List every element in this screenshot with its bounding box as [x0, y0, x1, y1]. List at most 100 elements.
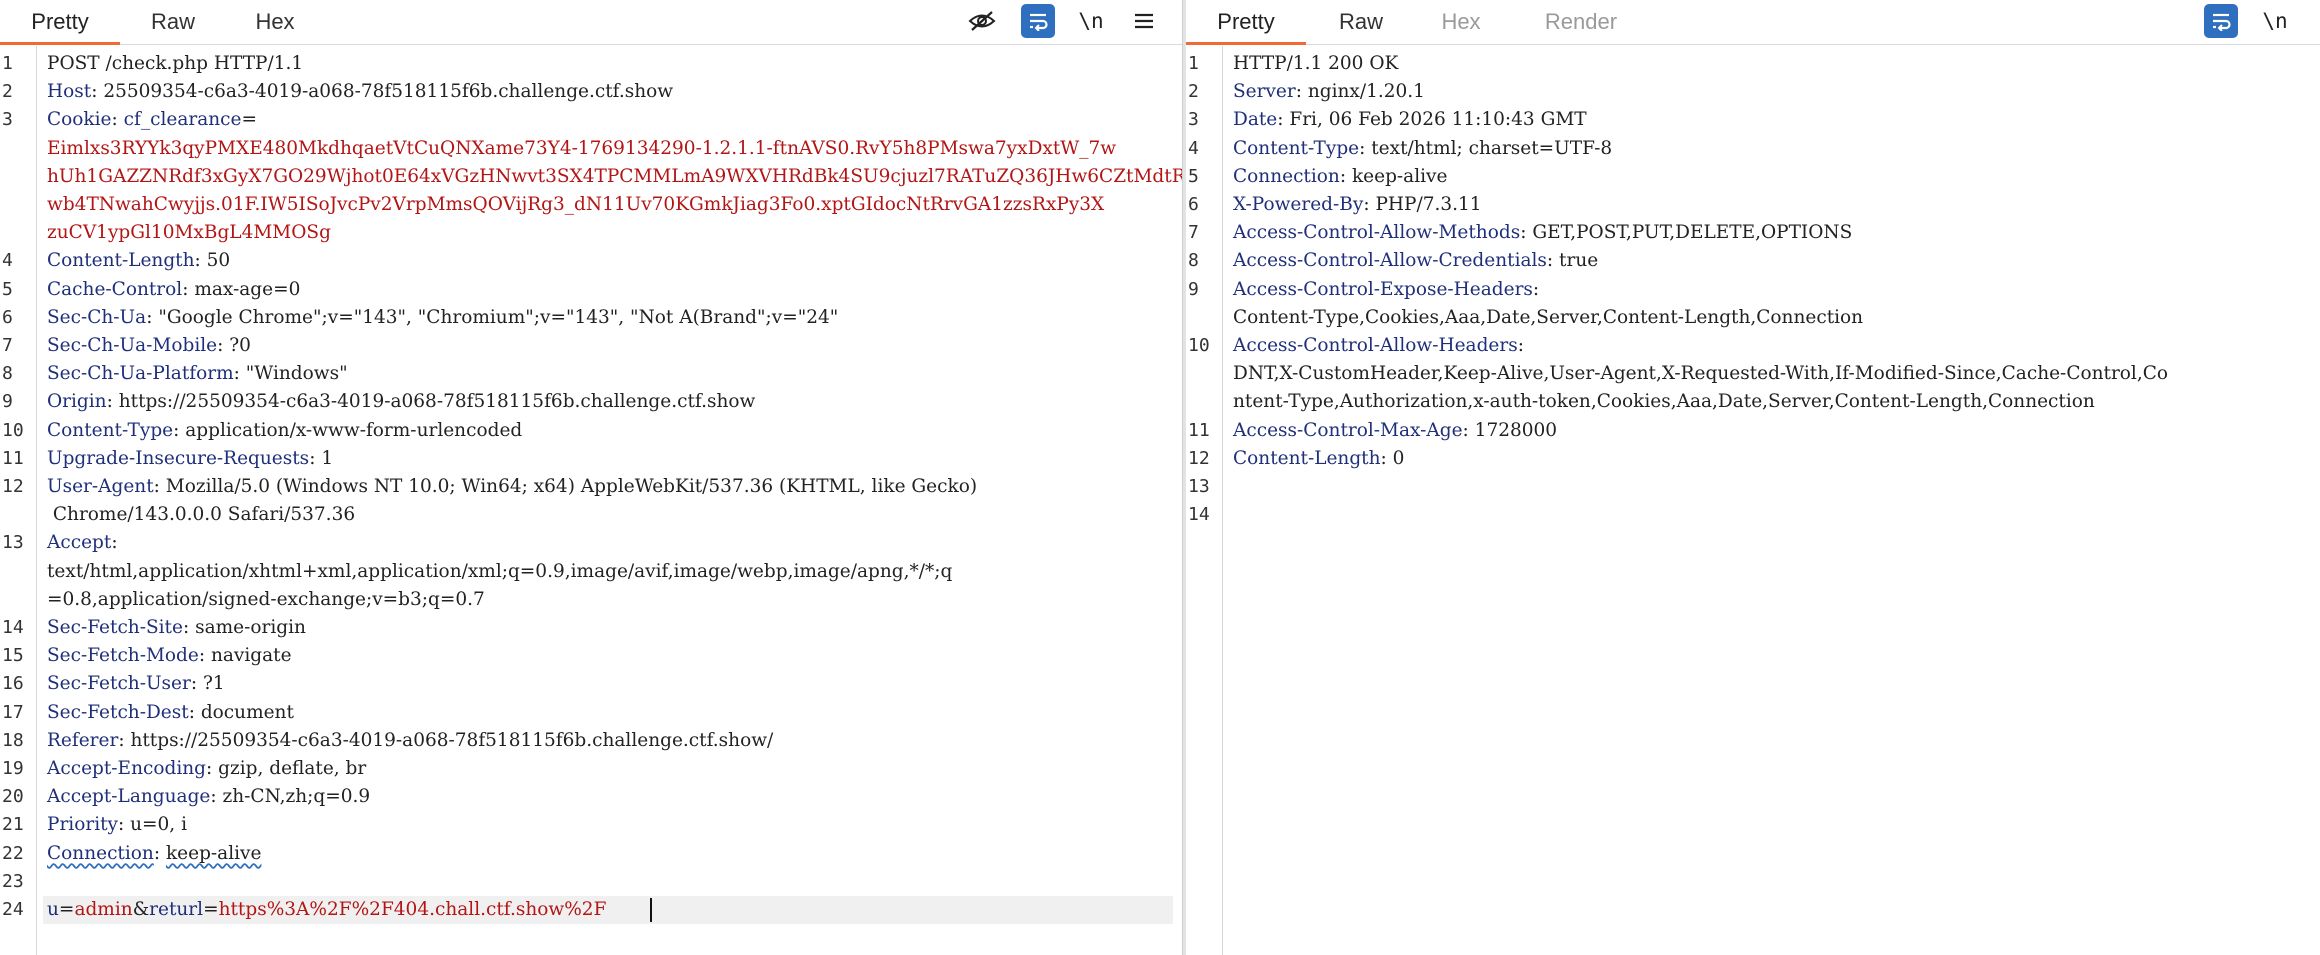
header-name: Access-Control-Expose-Headers [1233, 278, 1533, 300]
line-number: 6 [2, 306, 13, 328]
header-name: Referer [47, 729, 119, 751]
header-name: Sec-Fetch-Dest [47, 701, 189, 723]
line-number: 21 [2, 814, 24, 836]
tab-raw[interactable]: Raw [1316, 0, 1406, 44]
status-line: POST /check.php HTTP/1.1 [47, 53, 304, 74]
line-number: 6 [1188, 194, 1199, 215]
header-value: max-age=0 [194, 278, 301, 300]
header-name: Connection [1233, 165, 1340, 187]
header-value-continued: text/html,application/xhtml+xml,applicat… [47, 560, 953, 582]
line-number: 23 [2, 870, 24, 892]
code-line: Chrome/143.0.0.0 Safari/537.36 [47, 501, 355, 529]
line-number: 20 [2, 786, 24, 808]
header-name: Upgrade-Insecure-Requests [47, 447, 310, 469]
newline-label: \n [2262, 9, 2288, 33]
header-name: Content-Type [47, 419, 174, 441]
code-line: Connection: keep-alive [47, 842, 262, 864]
code-line: Content-Length: 0 [1233, 447, 1405, 469]
newline-toggle[interactable]: \n [1074, 4, 1108, 38]
header-value: Fri, 06 Feb 2026 11:10:43 GMT [1289, 109, 1587, 131]
header-value: https://25509354-c6a3-4019-a068-78f51811… [118, 391, 756, 413]
wrap-lines-icon[interactable] [1021, 4, 1055, 38]
code-line: text/html,application/xhtml+xml,applicat… [47, 558, 952, 586]
body-param-name: returl [149, 899, 204, 920]
header-value-continued: Chrome/143.0.0.0 Safari/537.36 [47, 504, 356, 526]
code-line: Sec-Fetch-User: ?1 [47, 673, 225, 695]
code-line: Accept: [47, 532, 124, 554]
header-name: Sec-Ch-Ua-Platform [47, 363, 234, 385]
code-line: Referer: https://25509354-c6a3-4019-a068… [47, 729, 774, 751]
code-line: Sec-Fetch-Dest: document [47, 701, 294, 723]
header-name: Connection [47, 842, 154, 864]
request-editor[interactable]: 1 POST /check.php HTTP/1.1 2 Host: 25509354… [0, 46, 1182, 955]
header-value: https://25509354-c6a3-4019-a068-78f51811… [130, 729, 774, 751]
text-caret [650, 898, 653, 922]
code-line: Access-Control-Allow-Headers: [1233, 335, 1530, 356]
line-number: 18 [2, 729, 24, 751]
header-name: User-Agent [47, 476, 154, 497]
code-line: X-Powered-By: PHP/7.3.11 [1233, 194, 1482, 215]
tab-hex[interactable]: Hex [1416, 0, 1506, 44]
code-line: POST /check.php HTTP/1.1 [47, 50, 303, 78]
cookie-value: wb4TNwahCwyjjs.01F.IW5ISoJvcPv2VrpMmsQOV… [47, 194, 1105, 215]
line-number: 2 [2, 81, 13, 103]
header-name: Access-Control-Allow-Headers [1233, 335, 1518, 356]
header-name: Content-Length [1233, 447, 1381, 469]
code-line: Access-Control-Allow-Credentials: true [1233, 250, 1599, 272]
header-name: Accept-Encoding [47, 758, 206, 779]
cookie-value: zuCV1ypGl10MxBgL4MMOSg [47, 222, 331, 244]
body-param-value: admin [74, 899, 133, 920]
response-tabbar: Pretty Raw Hex Render \n [1186, 0, 2320, 45]
tab-render[interactable]: Render [1526, 0, 1636, 44]
line-number: 8 [2, 363, 13, 385]
header-value: ?1 [202, 673, 225, 695]
header-name: Sec-Fetch-Site [47, 617, 183, 638]
response-editor[interactable]: 1 HTTP/1.1 200 OK 2 Server: nginx/1.20.1 3 Da… [1186, 46, 2320, 955]
header-name: Sec-Fetch-User [47, 673, 191, 695]
cookie-name: cf_clearance [123, 109, 242, 131]
line-number: 10 [1188, 335, 1210, 356]
header-name: Server [1233, 81, 1296, 103]
newline-toggle[interactable]: \n [2258, 4, 2292, 38]
menu-icon[interactable] [1127, 4, 1161, 38]
code-line: Access-Control-Max-Age: 1728000 [1233, 419, 1558, 441]
line-number: 9 [1188, 278, 1199, 300]
line-number: 12 [2, 476, 24, 497]
header-value: 50 [206, 250, 231, 272]
code-line: Priority: u=0, i [47, 814, 187, 836]
line-number: 1 [1188, 53, 1199, 74]
code-line: Sec-Ch-Ua: "Google Chrome";v="143", "Chr… [47, 306, 839, 328]
code-line: Connection: keep-alive [1233, 165, 1448, 187]
code-line: wb4TNwahCwyjjs.01F.IW5ISoJvcPv2VrpMmsQOV… [47, 191, 1104, 219]
header-name: Date [1233, 109, 1278, 131]
header-value: u=0, i [130, 814, 187, 836]
line-number: 9 [2, 391, 13, 413]
header-value: keep-alive [1351, 165, 1448, 187]
header-value-continued: =0.8,application/signed-exchange;v=b3;q=… [47, 588, 485, 610]
code-line: Accept-Encoding: gzip, deflate, br [47, 758, 367, 779]
header-value: same-origin [195, 617, 306, 638]
line-number: 13 [1188, 476, 1210, 497]
tab-raw[interactable]: Raw [128, 0, 218, 44]
line-number: 10 [2, 419, 24, 441]
body-param-name: u [47, 899, 59, 920]
request-pane: Pretty Raw Hex \n 1 POST /check.php HTTP… [0, 0, 1182, 955]
tab-pretty[interactable]: Pretty [0, 0, 120, 45]
header-value: ?0 [229, 335, 251, 356]
status-line: HTTP/1.1 200 OK [1233, 53, 1399, 74]
code-line: User-Agent: Mozilla/5.0 (Windows NT 10.0… [47, 476, 978, 497]
line-number: 8 [1188, 250, 1199, 272]
header-value: zh-CN,zh;q=0.9 [222, 786, 371, 808]
hide-icon[interactable] [965, 4, 999, 38]
line-number: 14 [1188, 504, 1210, 526]
tab-pretty[interactable]: Pretty [1186, 0, 1306, 45]
line-number: 11 [2, 447, 24, 469]
line-number: 4 [2, 250, 13, 272]
line-number: 24 [2, 899, 24, 920]
header-value: "Windows" [245, 363, 348, 385]
wrap-lines-icon[interactable] [2204, 4, 2238, 38]
header-value: Mozilla/5.0 (Windows NT 10.0; Win64; x64… [165, 476, 978, 497]
code-line: u=admin&returl=https%3A%2F%2F404.chall.c… [47, 896, 653, 924]
cookie-value: hUh1GAZZNRdf3xGyX7GO29Wjhot0E64xVGzHNwvt… [47, 165, 1182, 187]
tab-hex[interactable]: Hex [230, 0, 320, 44]
